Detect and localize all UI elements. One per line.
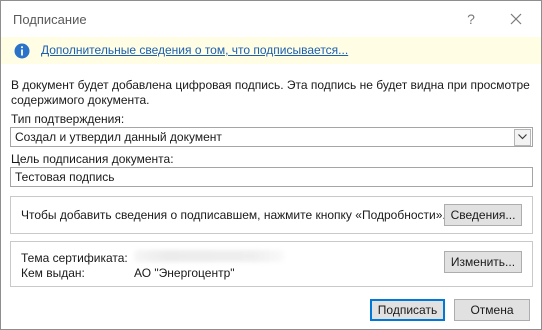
change-certificate-button[interactable]: Изменить... <box>444 251 522 273</box>
certificate-subject-label: Тема сертификата: <box>21 251 128 265</box>
commitment-type-dropdown-button[interactable] <box>514 129 531 146</box>
commitment-type-value: Создал и утвердил данный документ <box>15 130 222 144</box>
certificate-issuer-label: Кем выдан: <box>21 266 85 280</box>
signer-details-hint: Чтобы добавить сведения о подписавшем, н… <box>21 208 446 222</box>
window-title: Подписание <box>13 12 87 27</box>
cancel-button[interactable]: Отмена <box>454 299 530 321</box>
details-button[interactable]: Сведения... <box>444 204 522 226</box>
purpose-input[interactable]: Тестовая подпись <box>10 167 533 187</box>
certificate-group: Тема сертификата: Кем выдан: АО "Энергоц… <box>10 241 533 287</box>
sign-button[interactable]: Подписать <box>370 299 445 321</box>
close-icon <box>510 13 522 25</box>
title-bar: Подписание ? <box>1 1 541 37</box>
commitment-type-select[interactable]: Создал и утвердил данный документ <box>10 127 533 147</box>
signing-dialog: Подписание ? Дополнительные сведения о т… <box>0 0 542 330</box>
info-icon <box>14 43 30 59</box>
purpose-label: Цель подписания документа: <box>11 152 174 166</box>
signing-details-link[interactable]: Дополнительные сведения о том, что подпи… <box>41 43 348 57</box>
info-bar: Дополнительные сведения о том, что подпи… <box>1 37 541 64</box>
commitment-type-label: Тип подтверждения: <box>11 112 125 126</box>
certificate-subject-redacted <box>134 250 284 262</box>
certificate-issuer-value: АО "Энергоцентр" <box>134 266 235 280</box>
chevron-down-icon <box>518 134 527 140</box>
help-button[interactable]: ? <box>461 9 481 29</box>
signer-details-group: Чтобы добавить сведения о подписавшем, н… <box>10 196 533 234</box>
close-button[interactable] <box>506 9 526 29</box>
purpose-value: Тестовая подпись <box>15 170 115 184</box>
signature-description: В документ будет добавлена цифровая подп… <box>11 78 530 107</box>
